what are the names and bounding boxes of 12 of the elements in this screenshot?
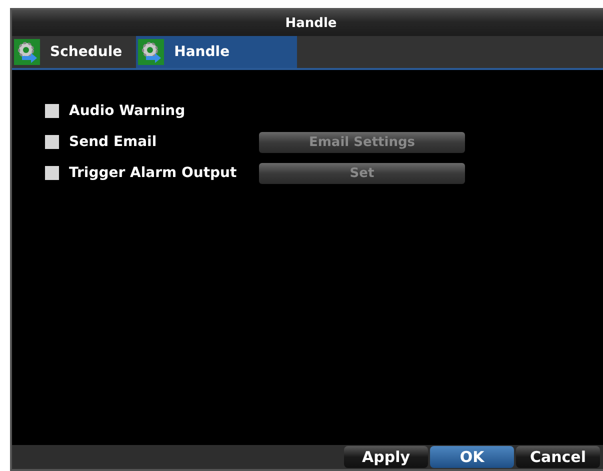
option-label: Audio Warning [69, 103, 186, 119]
dialog-button[interactable]: OK [430, 446, 514, 468]
dialog-button[interactable]: Apply [344, 446, 428, 468]
checkbox[interactable] [45, 166, 59, 180]
option-label: Trigger Alarm Output [69, 165, 238, 181]
window-title: Handle [285, 16, 337, 30]
dialog-button[interactable]: Cancel [516, 446, 600, 468]
option-label: Send Email [69, 134, 158, 150]
tab[interactable]: Schedule [12, 36, 136, 68]
checkbox[interactable] [45, 104, 59, 118]
tab[interactable]: Handle [136, 36, 298, 68]
checkbox[interactable] [45, 135, 59, 149]
